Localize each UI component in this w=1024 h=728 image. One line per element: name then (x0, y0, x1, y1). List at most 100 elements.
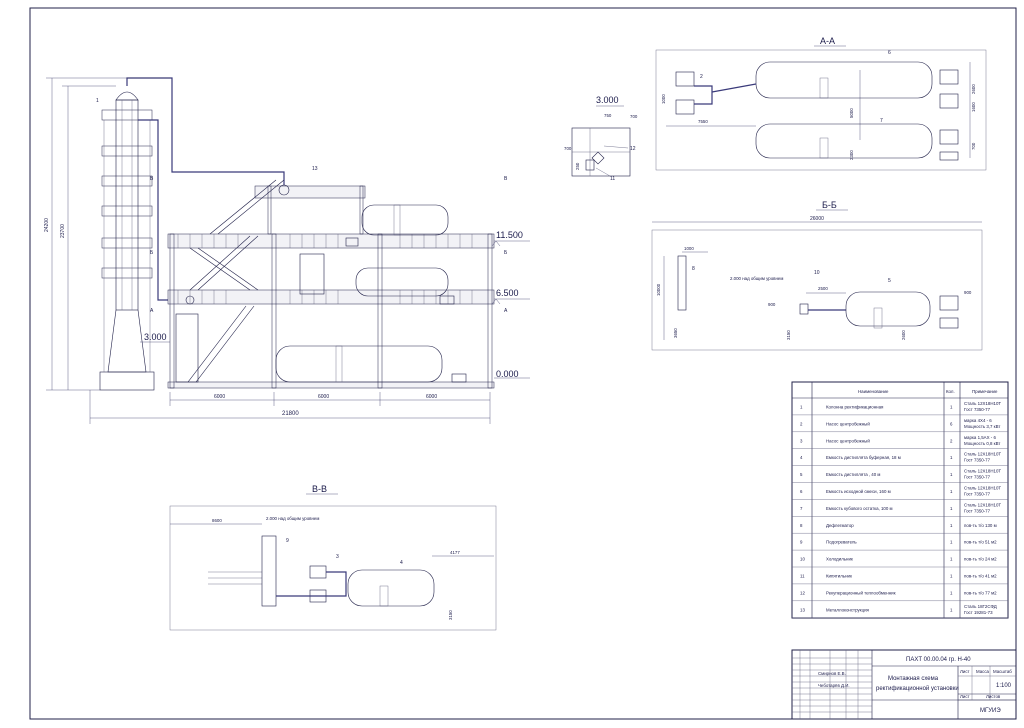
section-marker: В (504, 176, 508, 182)
dim-text: 7550 (698, 119, 708, 124)
tank-6 (755, 61, 933, 99)
row-qty: 1 (950, 574, 953, 579)
dim-text: 24200 (44, 218, 50, 232)
marker-label: 1 (96, 98, 99, 104)
section-view-bb: Б-Б 26000 1000 10000 3650 8 2.000 над об… (651, 200, 983, 351)
dim-text: 6000 (318, 394, 329, 400)
row-note: пов-ть т/о 77 м2 (964, 590, 997, 595)
table-row: 12 Рекуперационный теплообменник 1 пов-ть т… (800, 590, 997, 595)
row-note: Гост 7350-77 (964, 407, 991, 412)
marker-label: 7 (880, 118, 883, 124)
table-row: 3 Насос центробежный 2 марка 1,5АХ - 6Мощно… (800, 435, 1000, 446)
row-name: Дефлегматор (826, 523, 854, 528)
row-note: Гост 7350-77 (964, 508, 991, 513)
marker-label: 6 (888, 50, 891, 56)
level-label: 3.000 (596, 95, 619, 105)
dim-text: 900 (768, 302, 776, 307)
marker-label: 9 (286, 538, 289, 544)
dim-text: 2600 (901, 330, 906, 340)
detail-view-3000: 3.000 750 700 700 250 12 11 (564, 95, 638, 182)
heater (261, 535, 277, 607)
row-qty: 1 (950, 455, 953, 460)
sheet-label: Лист (960, 694, 970, 699)
row-number: 1 (800, 405, 803, 410)
marker-label: 12 (630, 146, 636, 152)
row-name: Насос центробежный (826, 421, 870, 426)
row-name: Емкость исходной смеси, 160 м (826, 489, 891, 494)
row-name: Емкость кубового остатка, 100 м (826, 506, 893, 511)
row-qty: 1 (950, 489, 953, 494)
level-11500: 11.500 (491, 230, 530, 247)
dim-text: 3650 (673, 328, 678, 338)
table-row: 5 Емкость дистиллята , 40 м 1 Сталь 12Х18Н1… (800, 469, 1001, 480)
row-name: Подогреватель (826, 540, 857, 545)
level-3000: 3.000 (140, 332, 170, 343)
row-number: 11 (800, 574, 805, 579)
dim-text: 1000 (661, 94, 666, 104)
table-row: 13 Металлоконструкция 1 Сталь 18Г2СФДГост 1… (800, 604, 997, 615)
section-view-vv: В-В 8600 2.000 над общим уровнем 9 3 4 4… (169, 484, 497, 631)
row-name: Рекуперационный теплообменник (826, 590, 896, 595)
dim-text: 6000 (426, 394, 437, 400)
mass-label: Масса (976, 669, 990, 674)
organization: МГУИЭ (980, 708, 1001, 714)
view-title: В-В (312, 484, 327, 494)
row-name: Емкость дистиллята , 40 м (826, 472, 880, 477)
row-name: Кипятильник (826, 574, 852, 579)
marker-label: 11 (610, 176, 615, 182)
row-note: Сталь 12Х18Н10Т (964, 452, 1001, 457)
row-number: 10 (800, 557, 805, 562)
row-note: Мощность 3,7 кВт (964, 424, 1000, 429)
row-note: Гост 19281-73 (964, 610, 993, 615)
marker-label: 8 (692, 266, 695, 272)
level-label: 6.500 (496, 288, 519, 298)
row-note: Сталь 12Х18Н10Т (964, 486, 1001, 491)
distillation-column (99, 91, 155, 391)
row-qty: 1 (950, 590, 953, 595)
drawing-canvas: 11.500 6.500 0.000 3.000 1 13 В В Б Б А … (29, 7, 1017, 720)
row-note: пов-ть т/о 51 м2 (964, 540, 997, 545)
sheet-frame (29, 7, 1017, 720)
dim-text: 900 (964, 290, 972, 295)
row-number: 12 (800, 590, 805, 595)
tank-lower (275, 345, 443, 383)
view-title: А-А (820, 36, 835, 46)
row-name: Колонна ректификационная (826, 405, 884, 410)
table-row: 4 Емкость дистиллята буферная, 18 м 1 Сталь… (800, 452, 1001, 463)
specification-table: Наименование Кол. Примечание 1 Колонна ре… (791, 381, 1009, 619)
row-name: Металлоконструкция (826, 607, 870, 612)
table-row: 8 Дефлегматор 1 пов-ть т/о 130 м (800, 523, 997, 528)
sheets-label: Листов (986, 694, 1001, 699)
row-name: Насос центробежный (826, 438, 870, 443)
row-note: пов-ть т/о 24 м2 (964, 557, 997, 562)
marker-label: 5 (888, 278, 891, 284)
row-name: Холодильник (826, 557, 853, 562)
dim-text: 700 (630, 114, 638, 119)
table-row: 11 Кипятильник 1 пов-ть т/о 41 м2 (800, 574, 997, 579)
row-note: пов-ть т/о 41 м2 (964, 574, 997, 579)
marker-label: 13 (312, 166, 318, 172)
row-number: 5 (800, 472, 803, 477)
dim-text: 2300 (849, 150, 854, 160)
note: 2.000 над общим уровнем (266, 516, 319, 521)
section-view-aa: А-А 7550 1000 5000 2600 1600 2300 700 2 … (655, 36, 987, 171)
row-number: 3 (800, 438, 803, 443)
reboiler (175, 313, 199, 383)
checker-name: Чеботарёв Д.И. (818, 683, 850, 688)
dimension-height: 24200 23700 (44, 77, 170, 391)
section-marker: А (150, 308, 154, 314)
row-note: Мощность 0,8 кВт (964, 441, 1000, 446)
scale-value: 1:100 (996, 683, 1012, 689)
level-label: 3.000 (144, 332, 167, 342)
dim-text: 250 (575, 162, 580, 170)
dim-text: 23700 (60, 224, 66, 238)
tank-upper (361, 204, 449, 236)
dim-text: 8600 (212, 518, 222, 523)
dim-text: 3150 (786, 330, 791, 340)
dim-text: 6000 (214, 394, 225, 400)
row-qty: 1 (950, 607, 953, 612)
row-qty: 2 (950, 438, 953, 443)
view-title: Б-Б (822, 200, 837, 210)
table-row: 9 Подогреватель 1 пов-ть т/о 51 м2 (800, 540, 997, 545)
dim-text: 4177 (450, 550, 460, 555)
